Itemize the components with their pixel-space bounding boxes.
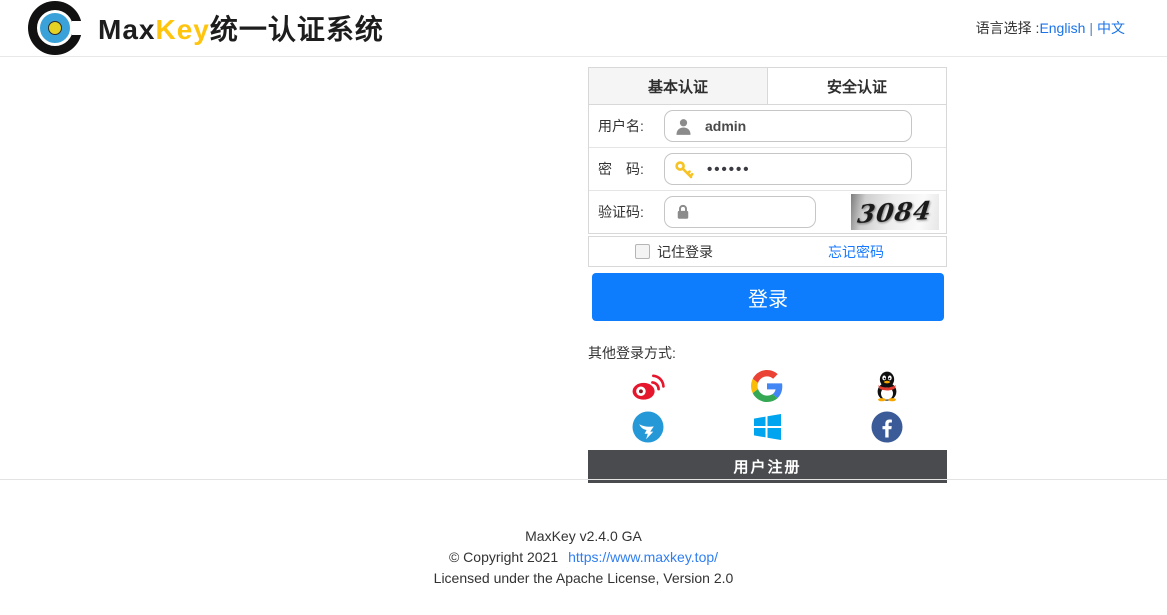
tab-basic-auth[interactable]: 基本认证 [589,68,768,104]
social-login-grid [588,368,947,445]
username-row: 用户名: [589,105,946,148]
lock-icon [674,203,692,221]
captcha-input-box [664,196,816,228]
app-header: MaxKey统一认证系统 语言选择 :English|中文 [0,0,1167,57]
auth-tabs: 基本认证 安全认证 [589,68,946,105]
footer-copyright-line: © Copyright 2021 https://www.maxkey.top/ [0,547,1167,568]
microsoft-icon [751,411,783,443]
social-login-qq[interactable] [869,368,905,404]
brand-max: Max [98,14,155,45]
login-panel: 基本认证 安全认证 用户名: 密 码: [588,67,947,483]
tab-secure-auth[interactable]: 安全认证 [768,68,946,104]
dingtalk-icon [632,411,664,443]
social-login-facebook[interactable] [869,409,905,445]
username-label: 用户名: [589,116,664,136]
google-icon [751,370,783,402]
captcha-image[interactable]: 3084 [851,194,939,230]
brand-suffix: 统一认证系统 [210,14,384,45]
username-input-box [664,110,912,142]
footer-license: Licensed under the Apache License, Versi… [0,568,1167,589]
social-login-weibo[interactable] [630,368,666,404]
password-row: 密 码: [589,148,946,191]
weibo-icon [631,371,665,401]
forgot-password-link[interactable]: 忘记密码 [828,242,884,262]
remember-label: 记住登录 [657,242,713,262]
language-link-english[interactable]: English [1039,20,1085,36]
social-login-microsoft[interactable] [749,409,785,445]
login-button[interactable]: 登录 [592,273,944,321]
language-link-chinese[interactable]: 中文 [1097,20,1125,36]
language-label: 语言选择 : [976,20,1040,36]
captcha-label: 验证码: [589,202,664,222]
password-label: 密 码: [589,159,664,179]
footer-site-link[interactable]: https://www.maxkey.top/ [568,549,718,565]
captcha-input[interactable] [702,203,805,221]
logo-yellow-center [48,21,62,35]
other-methods-label: 其他登录方式: [588,343,947,363]
password-input-box [664,153,912,185]
captcha-row: 验证码: 3084 [589,191,946,233]
remember-checkbox[interactable] [635,244,650,259]
page-footer: MaxKey v2.4.0 GA © Copyright 2021 https:/… [0,479,1167,589]
username-input[interactable] [703,117,873,135]
captcha-text: 3084 [856,196,934,229]
social-login-google[interactable] [749,368,785,404]
key-icon [674,159,695,180]
footer-copyright: © Copyright 2021 [449,549,558,565]
social-login-dingtalk[interactable] [630,409,666,445]
page-title: MaxKey统一认证系统 [98,8,384,48]
language-selector: 语言选择 :English|中文 [976,18,1125,38]
footer-version: MaxKey v2.4.0 GA [0,526,1167,547]
remember-row: 记住登录 忘记密码 [588,236,947,267]
language-separator: | [1089,20,1093,36]
maxkey-logo-icon [28,1,88,55]
qq-icon [872,370,902,402]
brand-key: Key [155,14,209,45]
facebook-icon [871,411,903,443]
password-input[interactable] [705,160,875,179]
logo-notch [72,21,88,35]
auth-form-table: 基本认证 安全认证 用户名: 密 码: [588,67,947,234]
user-icon [674,117,693,136]
